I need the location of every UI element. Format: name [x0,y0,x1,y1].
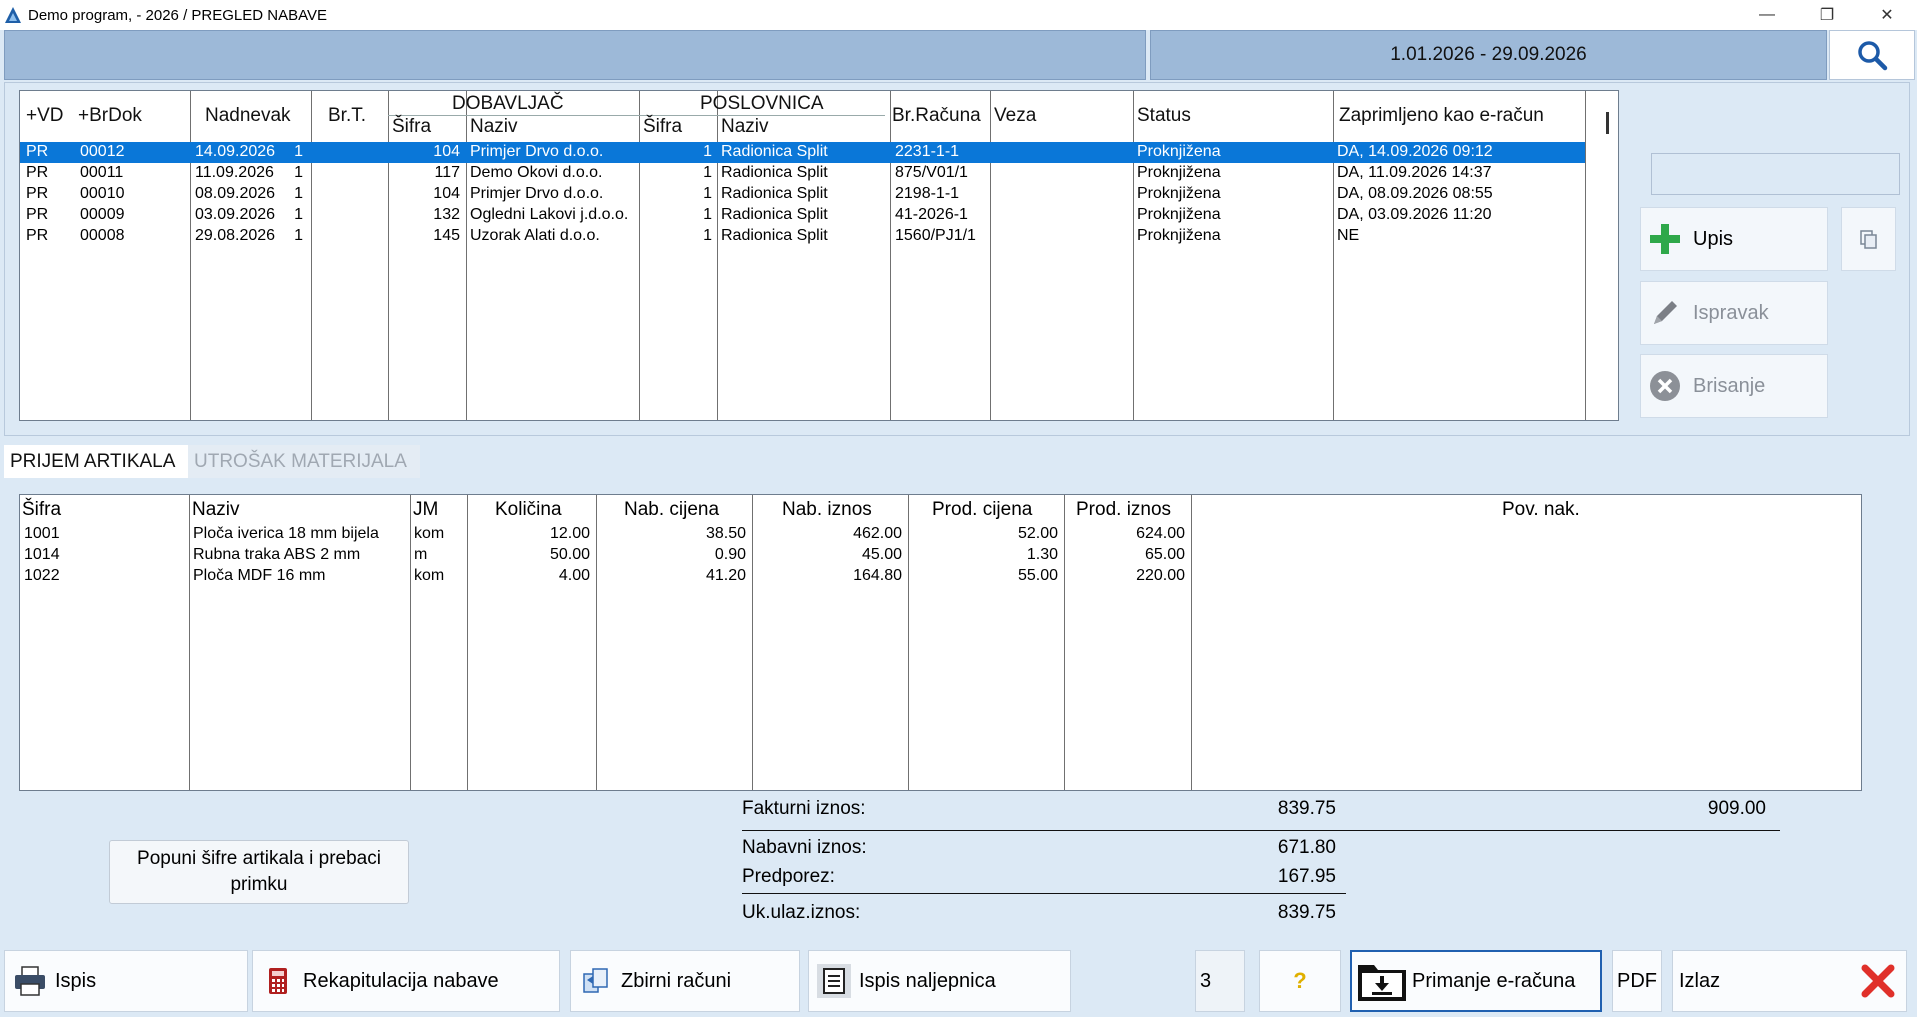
uk-ulaz-iznos-value: 839.75 [1277,902,1336,923]
fakturni-iznos-value-2: 909.00 [1707,798,1766,819]
help-button[interactable]: ? [1259,950,1341,1012]
counter-field[interactable]: 3 [1195,950,1245,1012]
uk-ulaz-iznos-label: Uk.ulaz.iznos: [742,902,861,923]
item-row[interactable]: 1001 Ploča iverica 18 mm bijela kom 12.0… [20,524,1861,545]
col-status[interactable]: Status [1137,105,1191,127]
close-button[interactable]: ✕ [1857,0,1917,30]
date-range[interactable]: 1.01.2026 - 29.09.2026 [1150,30,1827,80]
item-row[interactable]: 1022 Ploča MDF 16 mm kom 4.00 41.20 164.… [20,566,1861,587]
col-item-sifra[interactable]: Šifra [22,499,61,521]
documents-table[interactable]: +VD +BrDok Nadnevak Br.T. DOBAVLJAČ Šifr… [19,90,1619,421]
col-item-nab-cijena[interactable]: Nab. cijena [624,499,719,521]
app-logo-icon [5,7,21,23]
col-dob-naziv[interactable]: Naziv [470,116,518,138]
tab-utrosak-materijala[interactable]: UTROŠAK MATERIJALA [188,445,420,478]
restore-button[interactable]: ❐ [1797,0,1857,30]
col-brt[interactable]: Br.T. [328,105,366,127]
izlaz-button[interactable]: Izlaz [1672,950,1907,1012]
ispis-naljepnica-button[interactable]: Ispis naljepnica [808,950,1071,1012]
document-row[interactable]: PR 00012 14.09.2026 1 104 Primjer Drvo d… [20,142,1585,163]
col-group-dobavljac: DOBAVLJAČ [452,93,564,114]
plus-icon [1650,224,1680,254]
calculator-icon [269,968,287,994]
popuni-sifre-label-1: Popuni šifre artikala i prebaci [137,848,381,869]
rekapitulacija-label: Rekapitulacija nabave [303,969,499,992]
pdf-button[interactable]: PDF [1612,950,1662,1012]
label-printer-icon [823,968,845,994]
col-group-poslovnica: POSLOVNICA [700,93,824,114]
zbirni-racuni-button[interactable]: Zbirni računi [570,950,800,1012]
col-eracun[interactable]: Zaprimljeno kao e-račun [1339,105,1544,127]
col-item-jm[interactable]: JM [413,499,438,521]
col-brdok[interactable]: +BrDok [78,105,142,127]
side-filter-input[interactable] [1651,153,1900,195]
tab-prijem-artikala[interactable]: PRIJEM ARTIKALA [4,445,188,478]
col-item-prod-iznos[interactable]: Prod. iznos [1076,499,1171,521]
document-row[interactable]: PR 00008 29.08.2026 1 145 Uzorak Alati d… [20,226,1585,247]
document-row[interactable]: PR 00009 03.09.2026 1 132 Ogledni Lakovi… [20,205,1585,226]
nabavni-iznos-label: Nabavni iznos: [742,837,867,858]
transfer-icon [583,968,608,993]
ispis-label: Ispis [55,969,97,992]
items-table[interactable]: Šifra Naziv JM Količina Nab. cijena Nab.… [19,494,1862,791]
predporez-label: Predporez: [742,866,835,887]
minimize-button[interactable]: — [1737,0,1797,30]
col-item-naziv[interactable]: Naziv [192,499,240,521]
predporez-value: 167.95 [1277,866,1336,887]
upis-label: Upis [1693,227,1734,250]
col-item-pov-nak[interactable]: Pov. nak. [1502,499,1580,521]
col-nadnevak[interactable]: Nadnevak [205,105,291,127]
popuni-sifre-label-2: primku [230,874,288,895]
col-veza[interactable]: Veza [994,105,1036,127]
col-pos-sifra[interactable]: Šifra [643,116,682,138]
document-row[interactable]: PR 00011 11.09.2026 1 117 Demo Okovi d.o… [20,163,1585,184]
zbirni-racuni-label: Zbirni računi [621,969,732,992]
ispis-button[interactable]: Ispis [4,950,248,1012]
download-folder-icon [1358,965,1406,1001]
col-item-prod-cijena[interactable]: Prod. cijena [932,499,1032,521]
window-title: Demo program, - 2026 / PREGLED NABAVE [28,6,328,24]
izlaz-label: Izlaz [1679,969,1721,992]
col-item-kolicina[interactable]: Količina [495,499,562,521]
cancel-circle-icon [1650,371,1680,401]
fakturni-iznos-label: Fakturni iznos: [742,798,866,819]
copy-icon [1859,230,1877,249]
red-x-icon [1861,964,1895,998]
col-brracuna[interactable]: Br.Računa [892,105,981,127]
document-row[interactable]: PR 00010 08.09.2026 1 104 Primjer Drvo d… [20,184,1585,205]
search-icon [1858,41,1888,71]
pencil-icon [1654,301,1677,324]
col-vd[interactable]: +VD [26,105,64,127]
copy-button[interactable] [1841,207,1896,271]
primanje-e-racuna-button[interactable]: Primanje e-računa [1350,950,1602,1012]
question-icon: ? [1293,968,1307,993]
title-bar: Demo program, - 2026 / PREGLED NABAVE — … [0,0,1917,30]
scrollbar-thumb[interactable] [1606,112,1609,134]
upis-button[interactable]: Upis [1640,207,1828,271]
printer-icon [15,966,45,996]
header-banner [4,30,1146,80]
rekapitulacija-button[interactable]: Rekapitulacija nabave [252,950,560,1012]
ispravak-button[interactable]: Ispravak [1640,281,1828,345]
primanje-e-racuna-label: Primanje e-računa [1412,969,1576,992]
item-row[interactable]: 1014 Rubna traka ABS 2 mm m 50.00 0.90 4… [20,545,1861,566]
ispravak-label: Ispravak [1693,301,1769,324]
fakturni-iznos-value: 839.75 [1277,798,1336,819]
brisanje-label: Brisanje [1693,374,1766,397]
ispis-naljepnica-label: Ispis naljepnica [859,969,996,992]
col-item-nab-iznos[interactable]: Nab. iznos [782,499,872,521]
brisanje-button[interactable]: Brisanje [1640,354,1828,418]
nabavni-iznos-value: 671.80 [1277,837,1336,858]
col-pos-naziv[interactable]: Naziv [721,116,769,138]
search-button[interactable] [1829,30,1915,80]
col-dob-sifra[interactable]: Šifra [392,116,431,138]
popuni-sifre-button[interactable]: Popuni šifre artikala i prebaci primku [109,840,409,904]
